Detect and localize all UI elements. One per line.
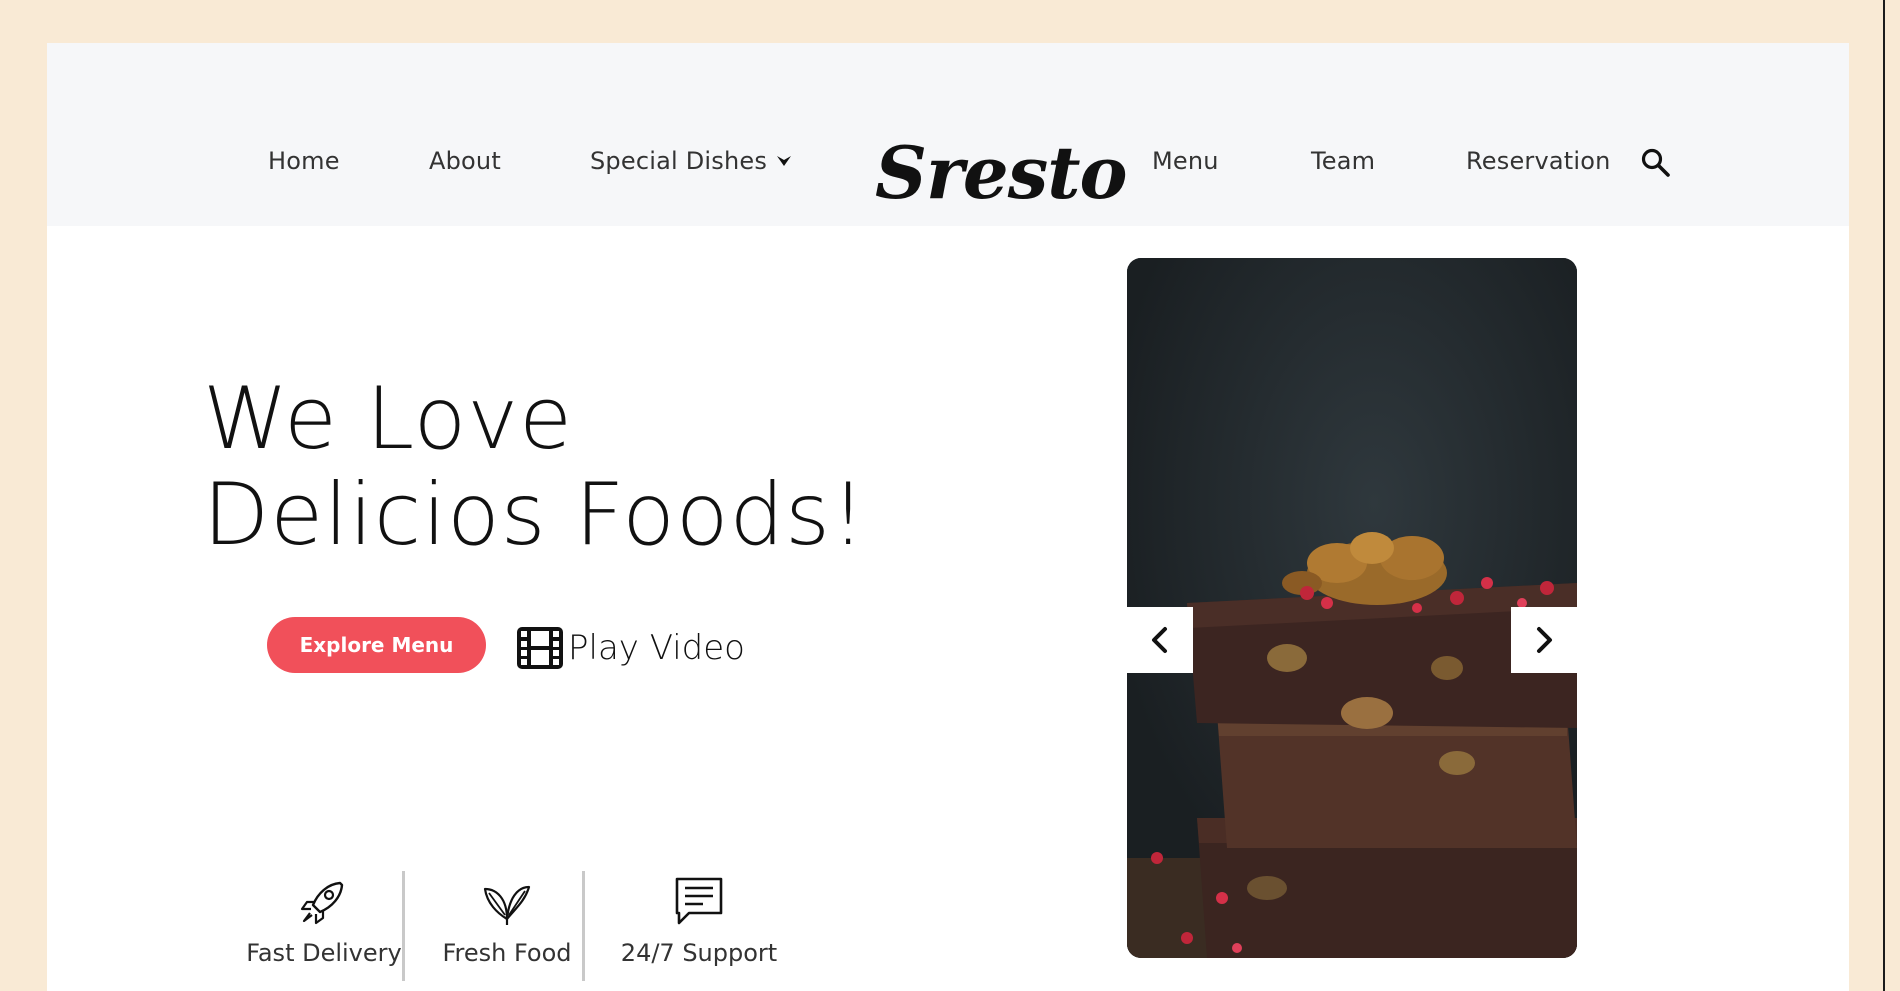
feature-label: 24/7 Support (620, 939, 778, 967)
feature-label: Fast Delivery (246, 939, 402, 967)
chevron-left-icon (1152, 627, 1167, 653)
nav-special-dishes-label: Special Dishes (590, 147, 768, 175)
explore-menu-button[interactable]: Explore Menu (267, 617, 486, 673)
play-video-button[interactable]: Play Video (516, 625, 745, 671)
logo[interactable]: Sresto (875, 128, 1128, 218)
scrollbar[interactable] (1883, 0, 1900, 991)
hero-title-line2: Delicios Foods! (203, 465, 867, 565)
nav-menu[interactable]: Menu (1152, 147, 1219, 175)
nav-team[interactable]: Team (1311, 147, 1375, 175)
feature-support: 24/7 Support (604, 875, 794, 967)
chocolate-brownie-image (1127, 258, 1577, 958)
nav-about[interactable]: About (429, 147, 501, 175)
hero-title: We Love Delicios Foods! (203, 371, 903, 563)
feature-fresh-food: Fresh Food (432, 875, 582, 967)
nav-special-dishes[interactable]: Special Dishes (590, 147, 793, 175)
chevron-down-icon (777, 156, 792, 166)
page-container: Home About Special Dishes Sresto Menu Te… (47, 43, 1849, 991)
rocket-icon (300, 881, 344, 925)
search-icon[interactable] (1640, 147, 1672, 179)
nav-reservation[interactable]: Reservation (1466, 147, 1611, 175)
chevron-right-icon (1537, 627, 1552, 653)
slider-prev-button[interactable] (1127, 607, 1193, 673)
feature-fast-delivery: Fast Delivery (240, 875, 408, 967)
feature-divider (582, 871, 585, 981)
film-icon (517, 627, 563, 669)
hero-image-slider (1127, 258, 1577, 958)
hero-title-line1: We Love (203, 369, 574, 469)
play-video-label: Play Video (568, 628, 745, 668)
chat-icon (675, 877, 723, 925)
slider-next-button[interactable] (1511, 607, 1577, 673)
nav-home[interactable]: Home (268, 147, 340, 175)
leaf-icon (483, 885, 531, 925)
header: Home About Special Dishes Sresto Menu Te… (47, 43, 1849, 226)
feature-label: Fresh Food (442, 939, 572, 967)
feature-divider (402, 871, 405, 981)
